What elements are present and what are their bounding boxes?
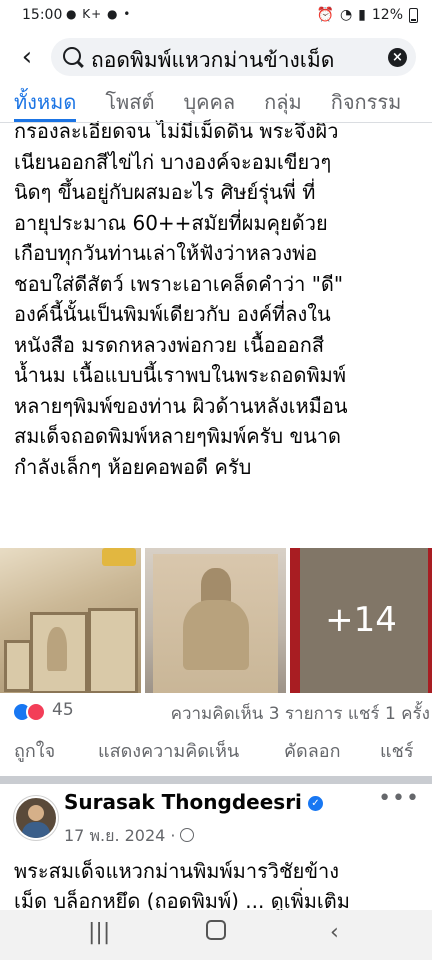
post-text-line: เกือบทุกวันท่านเล่าให้ฟังว่าหลวงพ่อ [14,241,318,265]
reaction-count: 45 [52,700,74,720]
clear-search-icon[interactable]: × [388,48,407,67]
post-separator [0,776,432,784]
battery-percent: 12% [371,7,403,23]
alarm-icon: ⏰ [316,7,334,23]
post-body-text[interactable]: กรองละเอียดจน ไม่มีเม็ดดิน พระจึงผิว เนี… [14,116,424,546]
system-navigation-bar: ||| ‹ [0,910,432,960]
post-text-line: อายุประมาณ 60++สมัยที่ผมคุยด้วย [14,210,328,235]
search-query-text[interactable]: ถอดพิมพ์แหวกม่านข้างเม็ด [91,44,381,77]
status-bar: 15:00 ● K+ ● • ⏰ ◔ ▮ 12% [0,0,432,32]
status-app-icons: ● K+ ● • [66,7,132,21]
comment-button[interactable]: แสดงความคิดเห็น [98,736,239,765]
post-photo-3-more[interactable]: +14 [290,548,432,693]
tabs-divider [0,122,432,123]
battery-icon [409,7,418,23]
love-reaction-icon [26,702,46,722]
more-options-icon[interactable]: ••• [378,786,420,811]
watermark-stamp [102,548,136,566]
search-input[interactable]: ถอดพิมพ์แหวกม่านข้างเม็ด × [51,38,416,76]
search-header: ‹ ถอดพิมพ์แหวกม่านข้างเม็ด × [0,34,432,80]
post-photo-1[interactable] [0,548,141,693]
back-icon[interactable]: ‹ [330,920,339,945]
post-photo-2[interactable] [145,548,286,693]
status-time: 15:00 [22,7,63,23]
post-text-line: องค์นี้นั้นเป็นพิมพ์เดียวกับ องค์ที่ลงใน [14,302,331,326]
amulet-image [4,640,32,692]
search-icon [63,47,81,65]
post-text-line: หลายๆพิมพ์ของท่าน ผิวด้านหลังเหมือน [14,393,348,418]
like-button[interactable]: ถูกใจ [14,736,55,765]
back-arrow-icon[interactable]: ‹ [12,40,42,74]
avatar[interactable] [14,796,58,840]
signal-icon: ▮ [358,7,366,23]
amulet-image [30,612,88,693]
post-text-line: กรองละเอียดจน ไม่มีเม็ดดิน พระจึงผิว [14,119,339,143]
post-text-line: ชอบใส่ดีสัตว์ เพราะเอาเคล็ดคำว่า "ดี" [14,271,344,296]
home-icon[interactable] [206,920,226,940]
globe-icon [179,828,194,842]
copy-button[interactable]: คัดลอก [284,736,340,765]
post-action-bar: ถูกใจ แสดงความคิดเห็น คัดลอก แชร์ [0,736,432,766]
post-author-name[interactable]: Surasak Thongdeesri [64,790,302,814]
post-photo-grid: +14 [0,548,432,693]
comment-share-stats[interactable]: ความคิดเห็น 3 รายการ แชร์ 1 ครั้ง [171,700,430,727]
wifi-icon: ◔ [339,7,353,23]
amulet-image [88,608,138,693]
post-text-line: พระสมเด็จแหวกม่านพิมพ์มารวิชัยข้าง [14,859,339,883]
reaction-summary[interactable]: 45 ความคิดเห็น 3 รายการ แชร์ 1 ครั้ง [12,699,432,727]
post-text-line: กำลังเล็กๆ ห้อยคอพอดี ครับ [14,454,252,479]
status-right-icons: ⏰ ◔ ▮ 12% [316,7,418,23]
share-button[interactable]: แชร์ [380,736,414,765]
post-text-line: หนังสือ มรดกหลวงพ่อกวย เนื้อออกสี [14,332,325,357]
post-body-text[interactable]: พระสมเด็จแหวกม่านพิมพ์มารวิชัยข้าง เม็ด … [14,856,424,916]
post-date: 17 พ.ย. 2024 · [64,824,194,849]
post-text-line: นิดๆ ขึ้นอยู่กับผสมอะไร ศิษย์รุ่นพี่ ที่ [14,180,316,204]
more-photos-count: +14 [325,600,397,640]
post-text-line: เนียนออกสีไข่ไก่ บางองค์จะอมเขียวๆ [14,149,332,174]
recent-apps-icon[interactable]: ||| [88,920,110,945]
verified-badge-icon: ✓ [308,796,323,811]
post-text-line: น้ำนม เนื้อแบบนี้เราพบในพระถอดพิมพ์ [14,363,347,387]
post-date-text[interactable]: 17 พ.ย. 2024 · [64,826,176,845]
post-text-line: สมเด็จถอดพิมพ์หลายๆพิมพ์ครับ ขนาด [14,424,342,448]
